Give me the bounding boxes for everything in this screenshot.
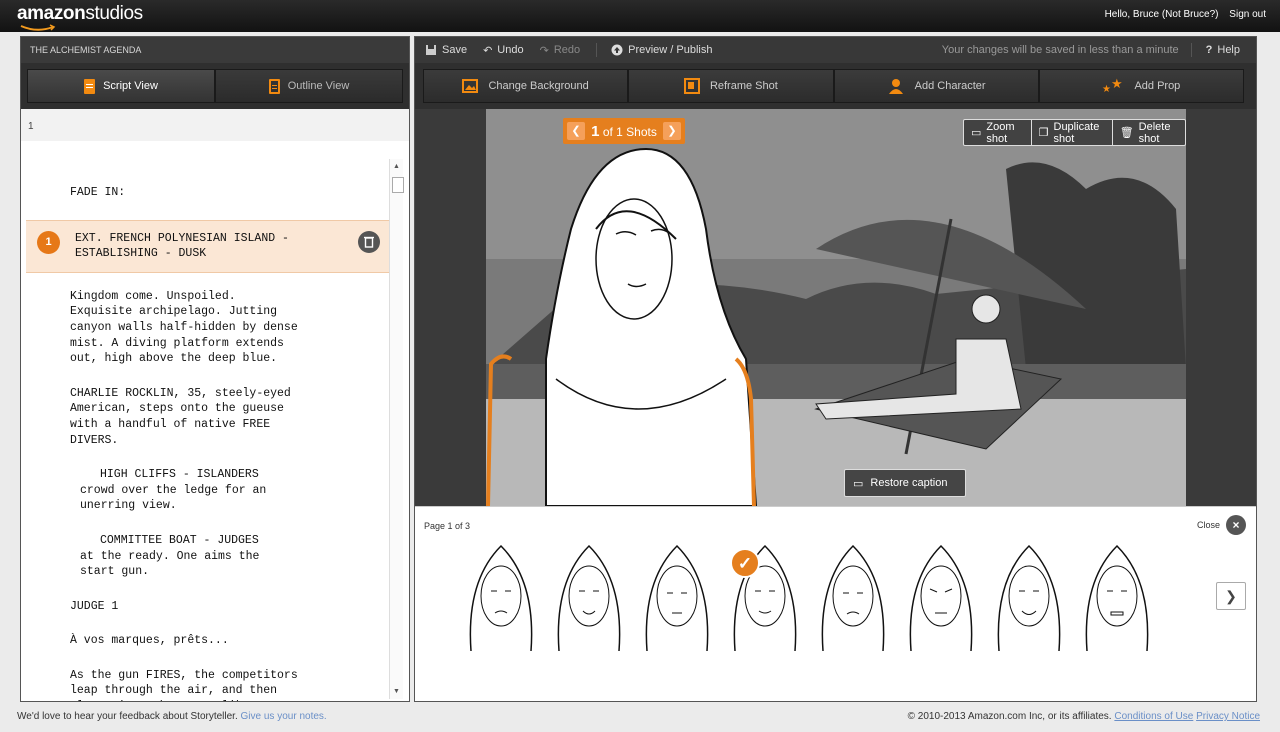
redo-button[interactable]: ↷ Redo xyxy=(540,44,581,57)
selected-check-icon: ✓ xyxy=(730,548,760,578)
scroll-down-icon[interactable]: ▼ xyxy=(393,688,400,695)
caption-icon: ▭ xyxy=(853,477,864,490)
shot-canvas[interactable]: ❮ 1 of 1 Shots ❯ ▭ Zoom shot ❐ Duplicate s… xyxy=(486,109,1186,506)
redo-icon: ↷ xyxy=(539,44,549,57)
expression-option-selected[interactable]: ✓ xyxy=(725,541,805,661)
toolbar-divider xyxy=(1190,43,1192,57)
project-title: THE ALCHEMIST AGENDA xyxy=(21,37,409,63)
sub-scene: HIGH CLIFFS - ISLANDERS crowd over the le… xyxy=(21,467,391,514)
fade-in: FADE IN: xyxy=(70,186,126,199)
expression-option[interactable] xyxy=(637,541,717,661)
script-panel: THE ALCHEMIST AGENDA Script View Outline… xyxy=(20,36,410,702)
preview-publish-button[interactable]: Preview / Publish xyxy=(611,44,712,56)
expression-option[interactable] xyxy=(989,541,1069,661)
shot-actions: ▭ Zoom shot ❐ Duplicate shot 🗑 Delete shot xyxy=(963,119,1186,146)
change-background-button[interactable]: Change Background xyxy=(423,69,629,103)
outline-doc-icon xyxy=(268,78,280,94)
expression-option[interactable] xyxy=(461,541,541,661)
restore-caption-button[interactable]: ▭ Restore caption xyxy=(844,469,966,497)
main-toolbar: Save ↶ Undo ↷ Redo Preview / Publish Your … xyxy=(415,37,1256,63)
trash-icon: 🗑 xyxy=(1119,127,1134,139)
greeting[interactable]: Hello, Bruce (Not Bruce?) xyxy=(1105,9,1219,20)
feedback-text: We'd love to hear your feedback about St… xyxy=(17,711,238,722)
expression-picker: Page 1 of 3 Close × ✓ ❯ xyxy=(415,506,1256,701)
action-block: Kingdom come. Unspoiled. Exquisite archi… xyxy=(70,289,298,366)
save-icon xyxy=(426,45,436,55)
delete-shot-button[interactable]: 🗑 Delete shot xyxy=(1113,120,1185,145)
autosave-message: Your changes will be saved in less than … xyxy=(941,44,1179,56)
privacy-link[interactable]: Privacy Notice xyxy=(1196,711,1260,722)
top-bar: amazonstudios Hello, Bruce (Not Bruce?) … xyxy=(0,0,1280,32)
character-name: JUDGE 1 xyxy=(70,599,119,613)
sub-scene-body: crowd over the ledge for an unerring vie… xyxy=(80,483,267,513)
duplicate-shot-button[interactable]: ❐ Duplicate shot xyxy=(1032,120,1113,145)
script-scrollbar[interactable]: ▲ ▼ xyxy=(389,159,404,699)
shot-stage-area: ❮ 1 of 1 Shots ❯ ▭ Zoom shot ❐ Duplicate s… xyxy=(415,109,1256,506)
help-button[interactable]: ? Help xyxy=(1206,44,1240,56)
page-number: 1 xyxy=(21,109,409,141)
copyright: © 2010-2013 Amazon.com Inc, or its affil… xyxy=(907,711,1112,722)
action-block: CHARLIE ROCKLIN, 35, steely-eyed America… xyxy=(70,386,291,447)
script-text[interactable]: FADE IN: 1 EXT. FRENCH POLYNESIAN ISLAND… xyxy=(21,159,391,701)
background-image-icon xyxy=(462,79,479,93)
next-shot-button[interactable]: ❯ xyxy=(662,122,681,140)
add-character-button[interactable]: Add Character xyxy=(833,69,1039,103)
expression-option[interactable] xyxy=(549,541,629,661)
sub-scene: COMMITTEE BOAT - JUDGES at the ready. One… xyxy=(21,533,391,580)
shot-total-label: of 1 Shots xyxy=(602,124,657,139)
delete-scene-icon[interactable] xyxy=(358,230,380,253)
expression-list: ✓ xyxy=(461,541,1157,661)
toolbar-divider xyxy=(596,43,598,57)
scene-number-badge: 1 xyxy=(37,230,60,254)
duplicate-icon: ❐ xyxy=(1038,127,1049,139)
svg-text:★: ★ xyxy=(1111,78,1123,91)
add-prop-button[interactable]: ★ ★ Add Prop xyxy=(1038,69,1244,103)
close-picker-button[interactable]: Close × xyxy=(1197,515,1246,535)
prop-stars-icon: ★ ★ xyxy=(1102,78,1123,94)
reframe-icon xyxy=(683,78,700,94)
shot-navigator: ❮ 1 of 1 Shots ❯ xyxy=(563,118,685,144)
amazon-smile-icon xyxy=(20,24,56,31)
help-icon: ? xyxy=(1205,44,1213,56)
feedback-link[interactable]: Give us your notes. xyxy=(241,711,327,722)
beach-scene-illustration xyxy=(486,109,1186,506)
scene-heading-text: EXT. FRENCH POLYNESIAN ISLAND - ESTABLIS… xyxy=(75,231,289,261)
script-doc-icon xyxy=(84,78,96,94)
scene-heading[interactable]: 1 EXT. FRENCH POLYNESIAN ISLAND - ESTABL… xyxy=(26,219,391,273)
zoom-icon: ▭ xyxy=(971,127,982,139)
action-block: As the gun FIRES, the competitors leap t… xyxy=(70,668,298,701)
dialogue: À vos marques, prêts... xyxy=(70,634,229,648)
tab-outline-view[interactable]: Outline View xyxy=(215,69,403,103)
sub-scene-head: COMMITTEE BOAT - JUDGES xyxy=(100,533,259,547)
user-box: Hello, Bruce (Not Bruce?) Sign out xyxy=(1097,9,1266,20)
sign-out-link[interactable]: Sign out xyxy=(1229,9,1266,20)
picker-page-label: Page 1 of 3 xyxy=(424,521,471,531)
storyboard-panel: Save ↶ Undo ↷ Redo Preview / Publish Your … xyxy=(414,36,1257,702)
expression-option[interactable] xyxy=(901,541,981,661)
scroll-up-icon[interactable]: ▲ xyxy=(393,163,400,170)
close-icon: × xyxy=(1226,515,1246,535)
footer: We'd love to hear your feedback about St… xyxy=(0,703,1280,732)
save-button[interactable]: Save xyxy=(425,44,467,56)
undo-button[interactable]: ↶ Undo xyxy=(483,44,524,57)
shot-current: 1 xyxy=(591,122,600,140)
action-bar: Change Background Reframe Shot Add Chara… xyxy=(415,63,1256,109)
prev-shot-button[interactable]: ❮ xyxy=(567,122,585,140)
publish-icon xyxy=(611,44,623,56)
amazon-studios-logo[interactable]: amazonstudios xyxy=(17,3,143,31)
conditions-link[interactable]: Conditions of Use xyxy=(1114,711,1193,722)
tab-script-view[interactable]: Script View xyxy=(27,69,215,103)
character-icon xyxy=(888,79,903,94)
undo-icon: ↶ xyxy=(483,44,493,57)
reframe-shot-button[interactable]: Reframe Shot xyxy=(628,69,834,103)
view-tabs: Script View Outline View xyxy=(21,63,409,109)
sub-scene-head: HIGH CLIFFS - ISLANDERS xyxy=(100,468,259,482)
expression-option[interactable] xyxy=(813,541,893,661)
zoom-shot-button[interactable]: ▭ Zoom shot xyxy=(964,120,1032,145)
scroll-thumb[interactable] xyxy=(392,177,404,193)
sub-scene-body: at the ready. One aims the start gun. xyxy=(80,549,260,579)
next-page-chevron-icon[interactable]: ❯ xyxy=(1216,582,1246,610)
expression-option[interactable] xyxy=(1077,541,1157,661)
svg-text:★: ★ xyxy=(1102,84,1111,94)
